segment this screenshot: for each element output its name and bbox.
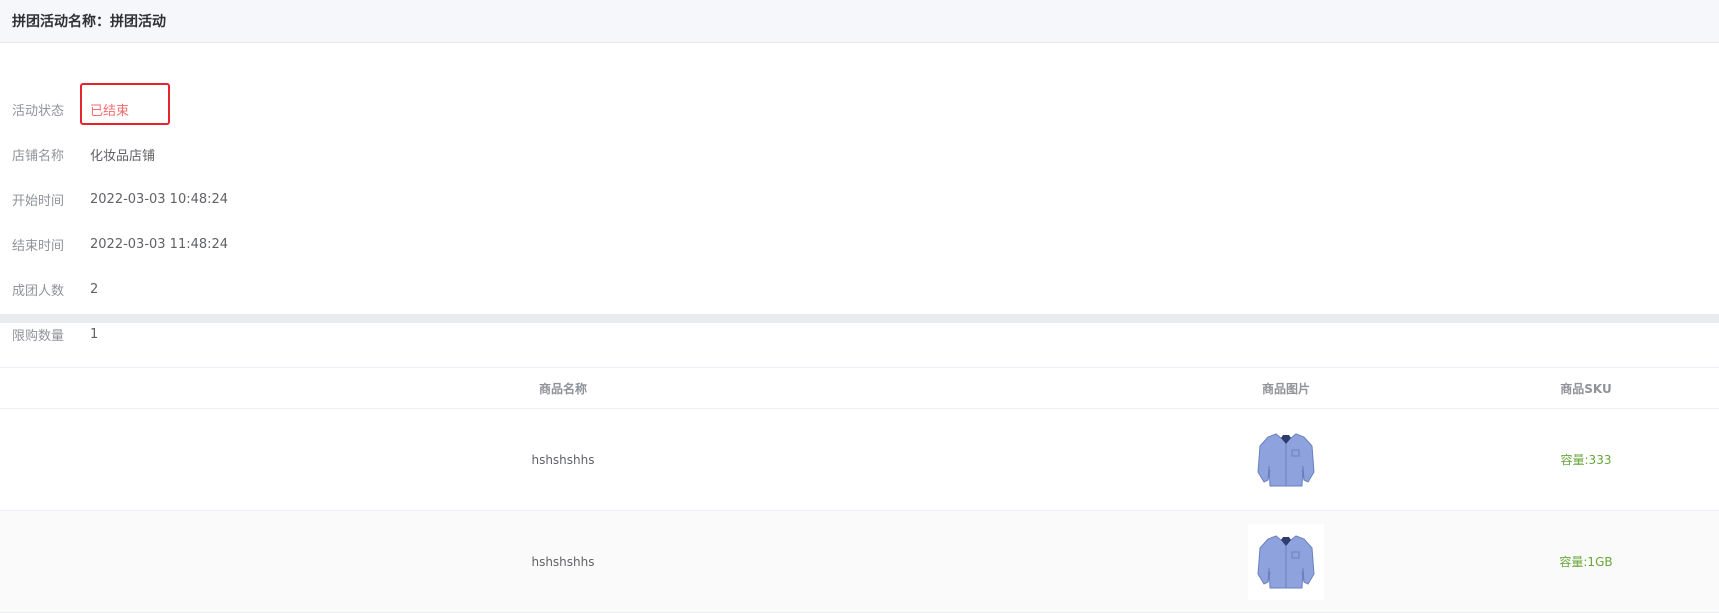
activity-title: 拼团活动名称：拼团活动 xyxy=(12,14,166,30)
info-row-purchase-limit: 限购数量 1 xyxy=(12,324,98,344)
product-sku: 容量:333 xyxy=(1560,453,1612,467)
info-label: 成团人数 xyxy=(12,283,65,299)
product-image-cell xyxy=(1186,511,1386,612)
section-divider xyxy=(0,314,1719,323)
info-value: 化妆品店铺 xyxy=(90,148,156,164)
column-header-sku: 商品SKU xyxy=(1560,381,1612,396)
product-sku: 容量:1GB xyxy=(1559,555,1613,569)
info-value: 2 xyxy=(90,281,99,297)
table-header: 商品名称 商品图片 商品SKU xyxy=(0,368,1719,409)
product-name: hshshshhs xyxy=(531,452,595,467)
activity-info: 活动状态 已结束 店铺名称 化妆品店铺 开始时间 2022-03-03 10:4… xyxy=(0,43,1719,344)
product-table: 商品名称 商品图片 商品SKU hshshshhs 容量:333 hshshsh… xyxy=(0,367,1719,613)
info-value: 2022-03-03 11:48:24 xyxy=(90,236,229,252)
info-label: 活动状态 xyxy=(12,103,65,119)
product-name: hshshshhs xyxy=(531,554,595,569)
info-label: 店铺名称 xyxy=(12,148,65,164)
page-title: 拼团活动名称：拼团活动 xyxy=(0,0,1719,43)
info-value: 1 xyxy=(90,326,99,342)
column-header-image: 商品图片 xyxy=(1261,381,1310,396)
shirt-icon-graphic xyxy=(1257,432,1315,486)
info-row-end-time: 结束时间 2022-03-03 11:48:24 xyxy=(12,234,228,254)
info-label: 开始时间 xyxy=(12,193,65,209)
info-row-start-time: 开始时间 2022-03-03 10:48:24 xyxy=(12,189,228,209)
info-label: 限购数量 xyxy=(12,328,65,344)
shirt-icon[interactable] xyxy=(1248,421,1324,498)
shirt-icon-graphic xyxy=(1257,534,1315,588)
info-label: 结束时间 xyxy=(12,238,65,254)
info-row-shop: 店铺名称 化妆品店铺 xyxy=(12,144,155,164)
table-row: hshshshhs 容量:1GB xyxy=(0,511,1719,613)
status-badge: 已结束 xyxy=(90,103,130,119)
table-row: hshshshhs 容量:333 xyxy=(0,409,1719,511)
info-row-status: 活动状态 已结束 xyxy=(12,99,129,119)
info-value: 2022-03-03 10:48:24 xyxy=(90,191,229,207)
product-image-cell xyxy=(1186,409,1386,510)
shirt-icon[interactable] xyxy=(1248,523,1324,600)
column-header-name: 商品名称 xyxy=(538,381,587,396)
info-row-group-size: 成团人数 2 xyxy=(12,279,98,299)
